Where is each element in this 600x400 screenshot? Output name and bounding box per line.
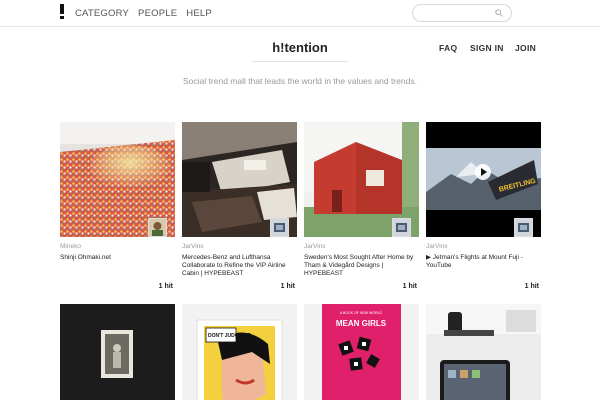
nav-help[interactable]: HELP (186, 8, 212, 19)
card-item[interactable] (426, 304, 541, 400)
card-item[interactable]: JarVinx Sweden's Most Sought After Home … (304, 122, 419, 290)
card-hits: 1 hit (524, 283, 539, 290)
card-username[interactable]: JarVinx (304, 243, 326, 250)
search-input[interactable] (421, 7, 493, 19)
card-title[interactable]: ▶ Jetman's Flights at Mount Fuji - YouTu… (426, 254, 541, 270)
card-username[interactable]: JarVinx (182, 243, 204, 250)
card-username[interactable]: Mineko (60, 243, 81, 250)
brand-divider (252, 61, 348, 62)
card-image[interactable]: A BOOK OF NEW WORLD MEAN GIRLS (304, 304, 419, 400)
card-username[interactable]: JarVinx (426, 243, 448, 250)
card-item[interactable] (60, 304, 175, 400)
book-title: MEAN GIRLS (336, 319, 387, 328)
sign-in-link[interactable]: SIGN IN (470, 43, 504, 53)
card-hits: 1 hit (158, 283, 173, 290)
nav-people[interactable]: PEOPLE (138, 8, 177, 19)
user-avatar[interactable] (514, 218, 533, 237)
card-item[interactable]: Mineko Shinji Ohmaki.net 1 hit (60, 122, 175, 290)
play-button-icon[interactable] (475, 164, 491, 180)
card-image[interactable]: BREITLING (426, 122, 541, 237)
card-image[interactable] (304, 122, 419, 237)
card-item[interactable]: JarVinx Mercedes-Benz and Lufthansa Coll… (182, 122, 297, 290)
tagline: Social trend mall that leads the world i… (183, 76, 417, 86)
top-nav: CATEGORY PEOPLE HELP (75, 8, 212, 19)
book-small-text: A BOOK OF NEW WORLD (340, 311, 383, 315)
search-box[interactable] (412, 4, 512, 22)
search-icon[interactable] (495, 9, 503, 17)
logo-icon[interactable] (59, 4, 65, 19)
user-avatar[interactable] (392, 218, 411, 237)
card-hits: 1 hit (280, 283, 295, 290)
comic-speech-text: DON'T JUDGE ME (208, 333, 252, 339)
card-title[interactable]: Sweden's Most Sought After Home by Tham … (304, 254, 419, 278)
card-image[interactable] (182, 122, 297, 237)
card-title[interactable]: Shinji Ohmaki.net (60, 254, 175, 262)
card-item[interactable]: DON'T JUDGE ME (182, 304, 297, 400)
faq-link[interactable]: FAQ (439, 43, 457, 53)
top-bar: CATEGORY PEOPLE HELP (0, 0, 600, 27)
card-image[interactable] (426, 304, 541, 400)
card-image[interactable] (60, 122, 175, 237)
card-item[interactable]: A BOOK OF NEW WORLD MEAN GIRLS (304, 304, 419, 400)
user-avatar[interactable] (270, 218, 289, 237)
card-image[interactable] (60, 304, 175, 400)
card-image[interactable]: DON'T JUDGE ME (182, 304, 297, 400)
nav-category[interactable]: CATEGORY (75, 8, 129, 19)
card-hits: 1 hit (402, 283, 417, 290)
brand-logo[interactable]: h!tention (230, 40, 370, 55)
user-avatar[interactable] (148, 218, 167, 237)
card-title[interactable]: Mercedes-Benz and Lufthansa Collaborate … (182, 254, 297, 278)
card-item[interactable]: BREITLING JarVinx ▶ Jetman's Flights at … (426, 122, 541, 290)
join-link[interactable]: JOIN (515, 43, 536, 53)
